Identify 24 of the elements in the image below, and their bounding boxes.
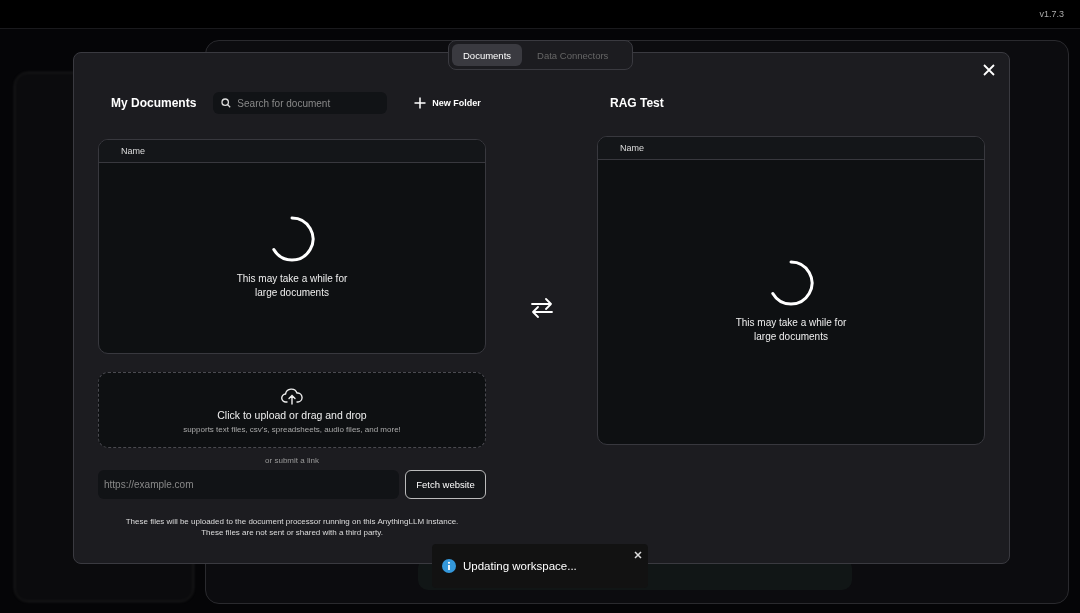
spinner-icon — [269, 216, 315, 262]
section-title: My Documents — [111, 96, 197, 110]
plus-icon — [414, 97, 427, 109]
swap-arrows-icon — [530, 298, 553, 318]
tab[interactable]: Documents — [452, 44, 523, 66]
new-folder-button[interactable]: New Folder — [414, 97, 481, 109]
close-icon[interactable] — [983, 64, 997, 78]
privacy-notice: These files will be uploaded to the document processor running on this AnythingLLM instance. These files are not sent or shared with a third party. — [124, 516, 460, 538]
upload-dropzone[interactable]: Click to upload or drag and drop supports text files, csv's, spreadsheets, audio files, and more! — [98, 372, 486, 448]
toast-message: Updating workspace... — [463, 560, 577, 572]
link-divider-text: or submit a link — [265, 456, 319, 465]
column-header: Name — [620, 143, 644, 153]
version-label: v1.7.3 — [1039, 9, 1064, 19]
cloud-upload-icon — [281, 386, 303, 405]
search-field[interactable]: Search for document — [213, 92, 388, 114]
close-icon[interactable] — [634, 551, 642, 559]
url-field[interactable]: https://example.com — [98, 470, 399, 499]
workspace-title: RAG Test — [610, 96, 664, 110]
spinner-icon — [768, 260, 814, 306]
fetch-website-button[interactable]: Fetch website — [405, 470, 486, 499]
loading-message: This may take a while for large documents — [236, 272, 348, 300]
loading-message: This may take a while for large documents — [735, 316, 847, 344]
column-header: Name — [121, 146, 145, 156]
info-icon — [442, 559, 456, 573]
